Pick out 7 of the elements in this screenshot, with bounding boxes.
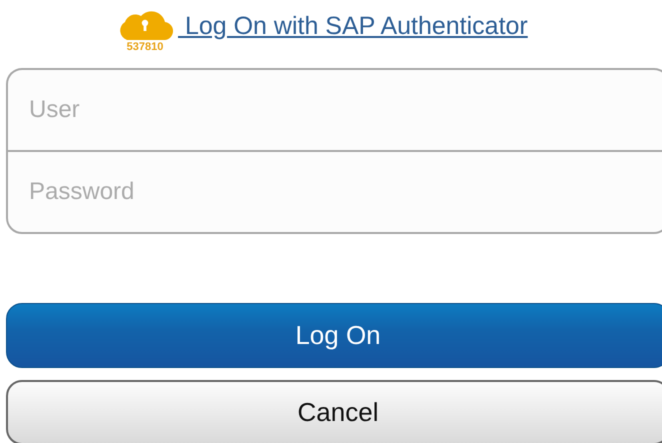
input-field[interactable]: User: [6, 68, 662, 150]
cloud-lock-icon: [117, 10, 173, 40]
cancel-button[interactable]: Cancel: [6, 380, 662, 443]
authenticator-link[interactable]: Log On with SAP Authenticator: [178, 9, 528, 43]
input-field[interactable]: Password: [6, 150, 662, 234]
log-on-button[interactable]: Log On: [6, 303, 662, 368]
authenticator-code: 537810: [126, 41, 164, 53]
